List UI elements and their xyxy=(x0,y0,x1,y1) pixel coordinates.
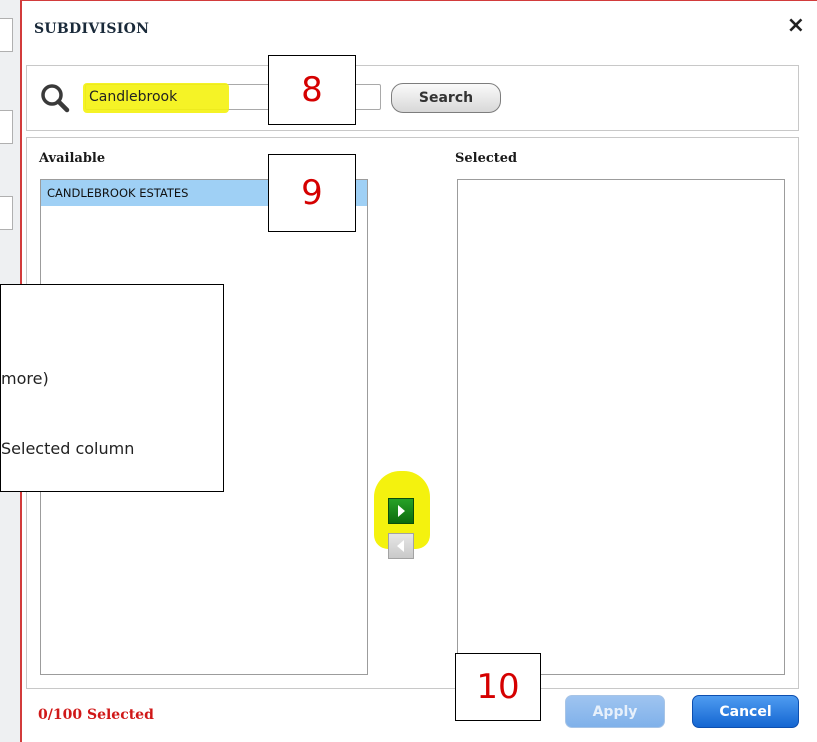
left-arrow-icon xyxy=(397,540,404,552)
apply-button[interactable]: Apply xyxy=(565,695,665,728)
instruction-note: more) Selected column xyxy=(0,284,224,492)
note-line: Selected column xyxy=(1,439,135,458)
dialog-title: SUBDIVISION xyxy=(34,21,150,37)
callout-10: 10 xyxy=(455,653,541,721)
close-icon[interactable]: × xyxy=(787,15,805,37)
background-fragment xyxy=(0,18,13,52)
note-line: more) xyxy=(1,369,49,388)
background-fragment xyxy=(0,196,13,230)
search-value: Candlebrook xyxy=(89,89,178,105)
right-arrow-icon xyxy=(398,505,405,517)
callout-9: 9 xyxy=(268,154,356,232)
callout-8: 8 xyxy=(268,55,356,125)
selection-count: 0/100 Selected xyxy=(38,707,154,723)
search-button[interactable]: Search xyxy=(391,83,501,113)
dialog-titlebar: SUBDIVISION × xyxy=(22,1,817,51)
remove-selected-button[interactable] xyxy=(388,533,414,559)
selected-list[interactable] xyxy=(457,179,785,675)
magnifier-icon xyxy=(41,84,70,113)
add-selected-button[interactable] xyxy=(388,498,414,524)
background-fragment xyxy=(0,110,13,144)
search-panel: Candlebrook Search xyxy=(26,65,799,131)
available-label: Available xyxy=(39,151,106,166)
cancel-button[interactable]: Cancel xyxy=(692,695,799,728)
selected-label: Selected xyxy=(455,151,518,166)
